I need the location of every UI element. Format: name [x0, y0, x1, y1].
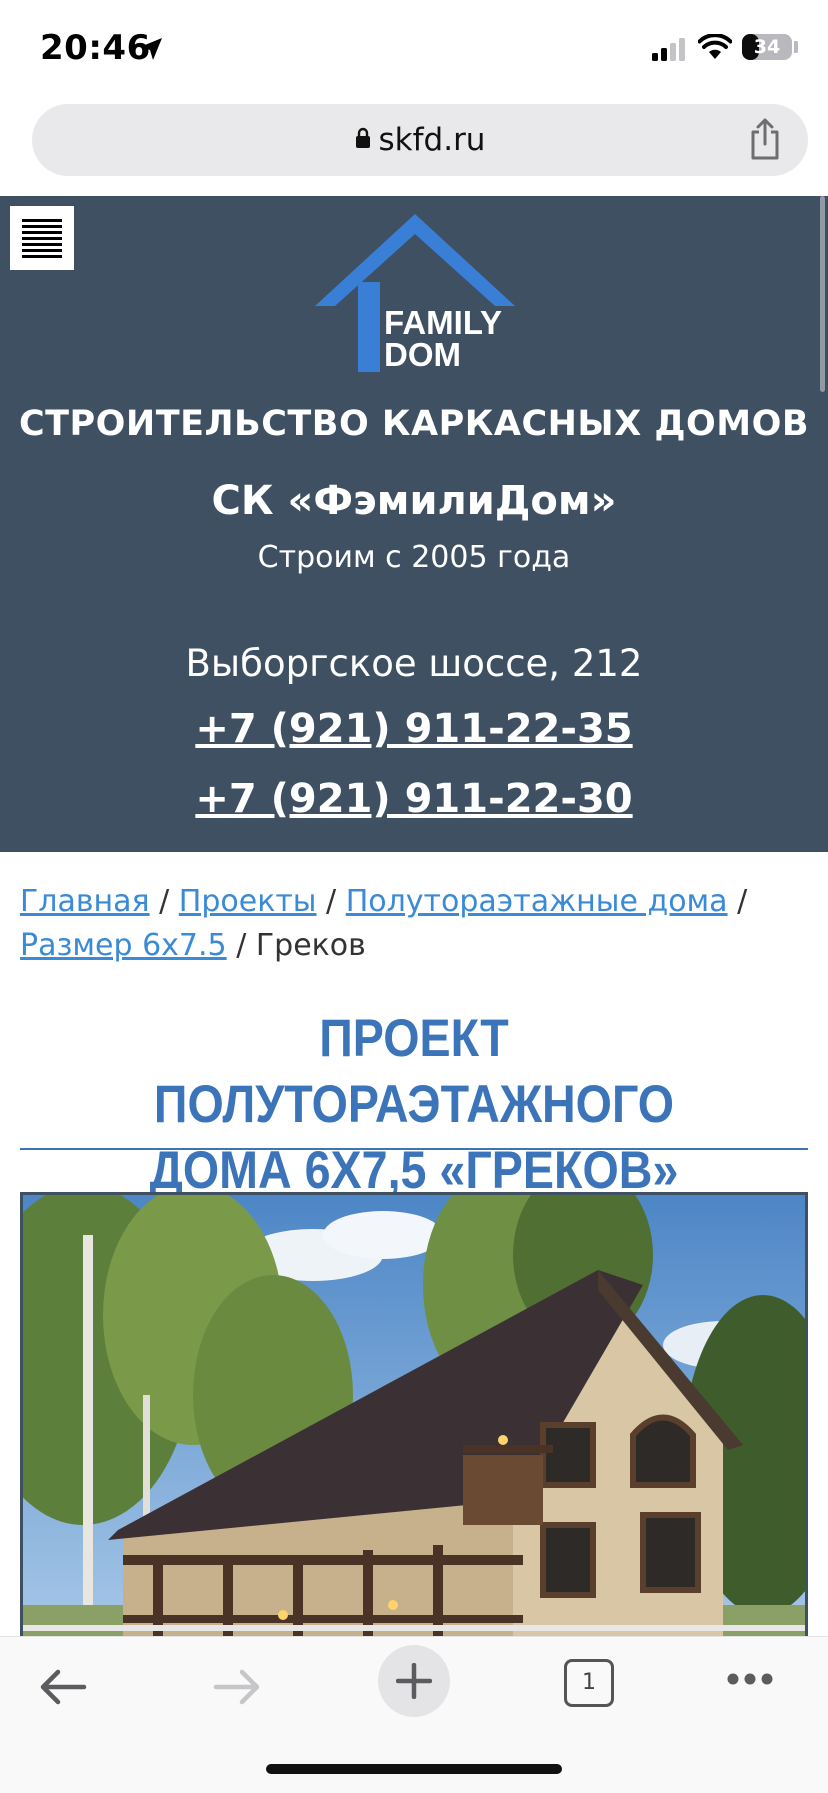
site-header: FAMILY DOM СТРОИТЕЛЬСТВО КАРКАСНЫХ ДОМОВ…	[0, 196, 828, 852]
cellular-signal-icon	[652, 37, 688, 65]
breadcrumb-current: Греков	[255, 928, 366, 963]
breadcrumb-separator: /	[326, 884, 337, 919]
breadcrumb-separator: /	[159, 884, 170, 919]
breadcrumb-separator: /	[737, 884, 748, 919]
lock-icon	[355, 127, 371, 153]
battery-level: 34	[753, 36, 781, 58]
company-since: Строим с 2005 года	[257, 540, 571, 575]
breadcrumb-projects[interactable]: Проекты	[179, 884, 317, 919]
more-dots-icon[interactable]	[726, 1671, 774, 1690]
breadcrumb-separator: /	[236, 928, 247, 963]
status-bar: 20:46 34	[0, 0, 828, 100]
plus-icon	[396, 1663, 432, 1699]
breadcrumb: Главная / Проекты / Полутораэтажные дома…	[20, 880, 810, 968]
breadcrumb-home[interactable]: Главная	[20, 884, 150, 919]
share-icon[interactable]	[748, 118, 782, 164]
hamburger-menu-icon	[22, 219, 62, 258]
location-arrow-icon	[138, 36, 164, 66]
forward-arrow-icon[interactable]	[212, 1667, 262, 1711]
logo-text-dom: DOM	[384, 336, 461, 373]
new-tab-button[interactable]	[378, 1645, 450, 1717]
site-title: СТРОИТЕЛЬСТВО КАРКАСНЫХ ДОМОВ	[18, 404, 810, 444]
hamburger-menu-button[interactable]	[10, 206, 74, 270]
page-title-line-1: ПРОЕКТ ПОЛУТОРАЭТАЖНОГО	[153, 1009, 675, 1134]
address-bar[interactable]: skfd.ru	[32, 104, 808, 176]
breadcrumb-size[interactable]: Размер 6x7.5	[20, 928, 227, 963]
title-divider	[20, 1148, 808, 1150]
phone-link-2[interactable]: +7 (921) 911-22-30	[0, 776, 828, 822]
page-title: ПРОЕКТ ПОЛУТОРАЭТАЖНОГО ДОМА 6Х7,5 «ГРЕК…	[67, 1006, 760, 1204]
status-time: 20:46	[40, 28, 151, 68]
tabs-count: 1	[582, 1670, 596, 1695]
home-indicator[interactable]	[266, 1764, 562, 1774]
url-text[interactable]: skfd.ru	[379, 122, 486, 158]
breadcrumb-one-and-half-storey[interactable]: Полутораэтажные дома	[346, 884, 728, 919]
scrollbar[interactable]	[820, 196, 825, 392]
tabs-icon[interactable]: 1	[564, 1659, 614, 1707]
wifi-icon	[697, 33, 733, 64]
battery-tip	[794, 41, 798, 53]
phone-link-1[interactable]: +7 (921) 911-22-35	[0, 706, 828, 752]
family-dom-logo[interactable]: FAMILY DOM	[310, 214, 520, 378]
back-arrow-icon[interactable]	[38, 1667, 88, 1711]
battery-icon: 34	[742, 34, 792, 60]
project-house-image[interactable]	[20, 1192, 808, 1652]
company-name: СК «ФэмилиДом»	[211, 478, 617, 524]
company-address: Выборгское шоссе, 212	[185, 642, 643, 685]
